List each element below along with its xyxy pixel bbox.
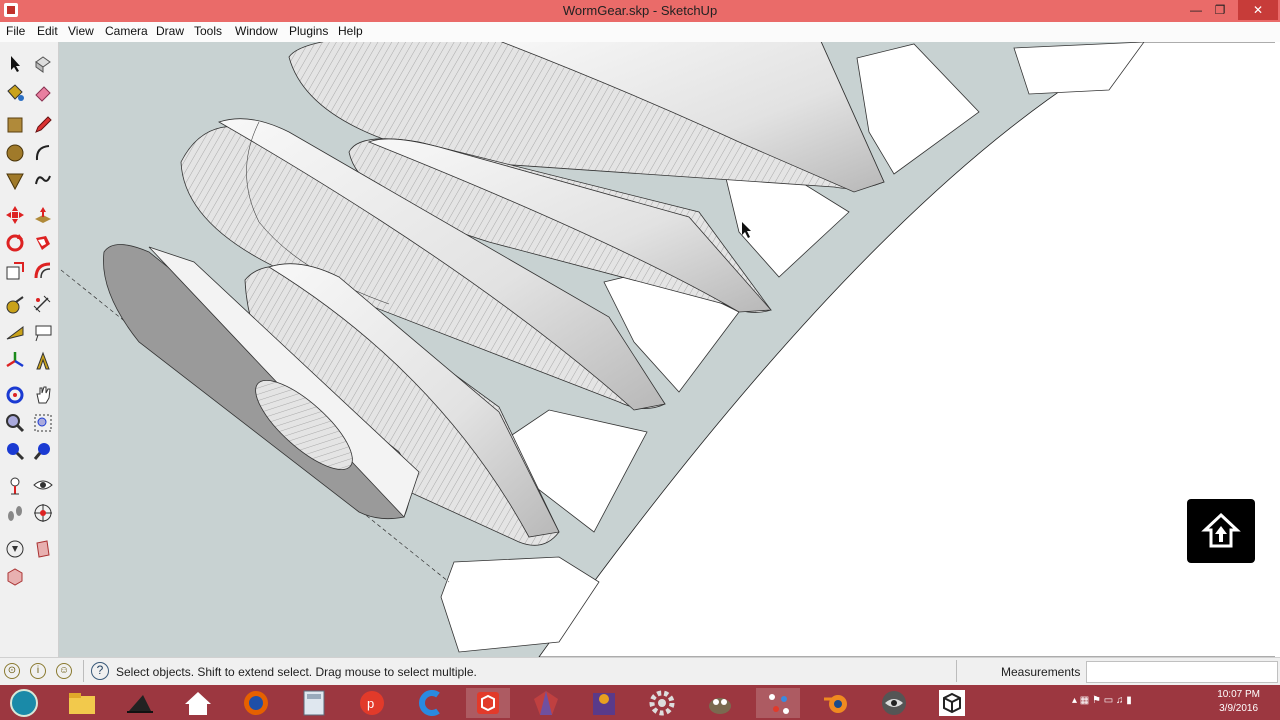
zoom-extents-icon[interactable] bbox=[2, 438, 28, 464]
sketchup-taskbar-icon[interactable] bbox=[466, 688, 510, 718]
offset-icon[interactable] bbox=[30, 258, 56, 284]
make-component-icon[interactable] bbox=[30, 51, 56, 77]
menu-edit[interactable]: Edit bbox=[37, 24, 58, 38]
push-pull-icon[interactable] bbox=[30, 202, 56, 228]
home-app-icon[interactable] bbox=[176, 688, 220, 718]
follow-me-icon[interactable] bbox=[30, 230, 56, 256]
menu-plugins[interactable]: Plugins bbox=[289, 24, 328, 38]
axes-icon[interactable] bbox=[2, 348, 28, 374]
menu-view[interactable]: View bbox=[68, 24, 94, 38]
eraser-icon[interactable] bbox=[30, 79, 56, 105]
orbit-icon[interactable] bbox=[2, 382, 28, 408]
rotate-icon[interactable] bbox=[2, 230, 28, 256]
extension-warehouse-icon[interactable] bbox=[2, 564, 28, 590]
walk-icon[interactable] bbox=[2, 500, 28, 526]
move-icon[interactable] bbox=[2, 202, 28, 228]
system-tray[interactable]: ▴ ▦ ⚑ ▭ ♫ ▮ bbox=[1072, 695, 1132, 706]
protractor-icon[interactable] bbox=[2, 320, 28, 346]
status-divider bbox=[956, 660, 957, 682]
circle-icon[interactable] bbox=[2, 140, 28, 166]
maximize-button[interactable]: ❐ bbox=[1207, 0, 1233, 20]
menu-tools[interactable]: Tools bbox=[194, 24, 222, 38]
zoom-icon[interactable] bbox=[2, 410, 28, 436]
tape-measure-icon[interactable] bbox=[2, 292, 28, 318]
menu-file[interactable]: File bbox=[6, 24, 25, 38]
polygon-icon[interactable] bbox=[2, 168, 28, 194]
previous-view-icon[interactable] bbox=[30, 438, 56, 464]
section-plane-icon[interactable] bbox=[30, 500, 56, 526]
worm-gear-model bbox=[60, 42, 1280, 657]
arc-icon[interactable] bbox=[30, 140, 56, 166]
pan-icon[interactable] bbox=[30, 382, 56, 408]
calculator-icon[interactable] bbox=[292, 688, 336, 718]
settings-app-icon[interactable] bbox=[640, 688, 684, 718]
text-icon[interactable] bbox=[30, 320, 56, 346]
clock-date: 3/9/2016 bbox=[1219, 703, 1259, 714]
position-camera-icon[interactable] bbox=[2, 472, 28, 498]
3d-warehouse-icon[interactable] bbox=[1187, 499, 1255, 563]
cube-app-icon[interactable] bbox=[930, 688, 974, 718]
menu-draw[interactable]: Draw bbox=[156, 24, 184, 38]
eye-app-icon[interactable] bbox=[872, 688, 916, 718]
svg-text:p: p bbox=[367, 696, 374, 711]
menu-help[interactable]: Help bbox=[338, 24, 363, 38]
blender-icon[interactable] bbox=[814, 688, 858, 718]
status-text: Select objects. Shift to extend select. … bbox=[116, 665, 477, 679]
select-tool-icon[interactable] bbox=[2, 51, 28, 77]
viewport-edge bbox=[1275, 42, 1280, 657]
measurements-input[interactable] bbox=[1086, 661, 1278, 683]
zoom-window-icon[interactable] bbox=[30, 410, 56, 436]
clock-time: 10:07 PM bbox=[1217, 689, 1260, 700]
title-bar: WormGear.skp - SketchUp — ❐ ✕ bbox=[0, 0, 1280, 22]
menu-window[interactable]: Window bbox=[235, 24, 278, 38]
file-explorer-icon[interactable] bbox=[60, 688, 104, 718]
user-icon[interactable]: ☺ bbox=[56, 663, 72, 679]
paint-bucket-icon[interactable] bbox=[2, 79, 28, 105]
taskbar-clock[interactable]: 10:07 PM 3/9/2016 bbox=[1217, 688, 1260, 716]
pdf-app-icon[interactable]: p bbox=[350, 688, 394, 718]
pencil-icon[interactable] bbox=[30, 112, 56, 138]
help-icon[interactable]: ? bbox=[91, 662, 109, 680]
gimp-icon[interactable] bbox=[698, 688, 742, 718]
minimize-button[interactable]: — bbox=[1183, 0, 1209, 20]
status-divider bbox=[83, 660, 84, 682]
3d-text-icon[interactable] bbox=[30, 348, 56, 374]
get-models-icon[interactable] bbox=[2, 536, 28, 562]
gem-app-icon[interactable] bbox=[524, 688, 568, 718]
window-title: WormGear.skp - SketchUp bbox=[562, 3, 718, 18]
ccleaner-icon[interactable] bbox=[408, 688, 452, 718]
look-around-icon[interactable] bbox=[30, 472, 56, 498]
witch-hat-app-icon[interactable] bbox=[118, 688, 162, 718]
windows-taskbar: p ▴ ▦ ⚑ ▭ ♫ ▮ 10:07 PM 3/9/2016 bbox=[0, 685, 1280, 720]
freehand-icon[interactable] bbox=[30, 168, 56, 194]
rectangle-icon[interactable] bbox=[2, 112, 28, 138]
dimension-icon[interactable] bbox=[30, 292, 56, 318]
media-app-icon[interactable] bbox=[582, 688, 626, 718]
start-button[interactable] bbox=[2, 688, 46, 718]
close-button[interactable]: ✕ bbox=[1238, 0, 1278, 20]
geo-location-icon[interactable]: ⊙ bbox=[4, 663, 20, 679]
measurements-label: Measurements bbox=[1001, 665, 1081, 679]
tools-toolbar bbox=[0, 42, 59, 657]
status-bar: ⊙ i ☺ ? Select objects. Shift to extend … bbox=[0, 657, 1280, 686]
model-viewport[interactable] bbox=[59, 42, 1280, 657]
share-model-icon[interactable] bbox=[30, 536, 56, 562]
scale-icon[interactable] bbox=[2, 258, 28, 284]
dots-app-icon[interactable] bbox=[756, 688, 800, 718]
menu-camera[interactable]: Camera bbox=[105, 24, 148, 38]
firefox-icon[interactable] bbox=[234, 688, 278, 718]
credits-icon[interactable]: i bbox=[30, 663, 46, 679]
menu-bar: File Edit View Camera Draw Tools Window … bbox=[0, 22, 1280, 43]
